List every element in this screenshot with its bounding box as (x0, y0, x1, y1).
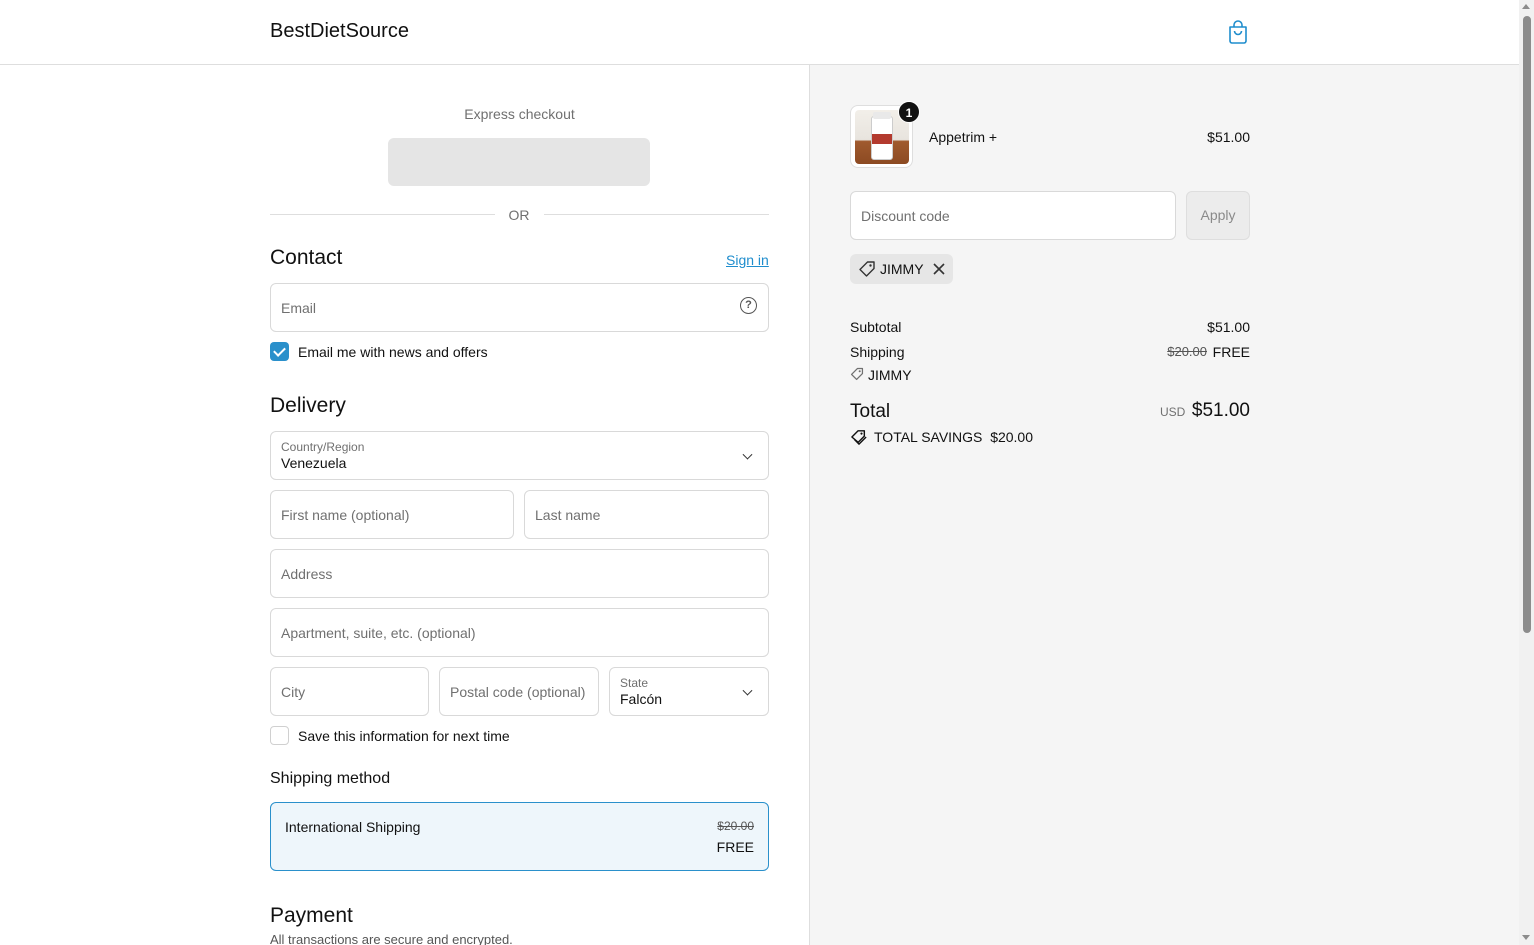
apartment-field[interactable]: Apartment, suite, etc. (optional) (270, 608, 769, 657)
total-currency: USD (1160, 405, 1186, 419)
shipping-discount-code: JIMMY (868, 367, 912, 383)
state-label: State (620, 676, 649, 690)
state-select[interactable]: State Falcón (609, 667, 769, 716)
last-name-field[interactable]: Last name (524, 490, 769, 539)
apartment-placeholder: Apartment, suite, etc. (optional) (281, 624, 476, 641)
first-name-field[interactable]: First name (optional) (270, 490, 514, 539)
shipping-option[interactable]: International Shipping $20.00 FREE (270, 802, 769, 871)
scroll-down-arrow[interactable] (1522, 935, 1530, 940)
first-name-placeholder: First name (optional) (281, 506, 410, 523)
postal-code-field[interactable]: Postal code (optional) (439, 667, 599, 716)
payment-title: Payment (270, 904, 353, 927)
tag-icon (850, 367, 864, 381)
shipping-method-title: Shipping method (270, 770, 391, 787)
delivery-title: Delivery (270, 394, 346, 417)
discount-code-placeholder: Discount code (861, 207, 950, 224)
last-name-placeholder: Last name (535, 506, 601, 523)
contact-title: Contact (270, 246, 343, 269)
payment-subtitle: All transactions are secure and encrypte… (270, 932, 513, 945)
scroll-up-arrow[interactable] (1522, 4, 1530, 9)
shipping-old-price: $20.00 (1167, 344, 1207, 359)
discount-chip-label: JIMMY (880, 261, 924, 277)
product-name: Appetrim + (929, 129, 998, 145)
address-placeholder: Address (281, 565, 333, 582)
shipping-value: FREE (1212, 344, 1250, 360)
address-field[interactable]: Address (270, 549, 769, 598)
subtotal-label: Subtotal (850, 319, 902, 335)
or-separator: OR (508, 207, 530, 223)
postal-code-placeholder: Postal code (optional) (450, 683, 586, 700)
sign-in-link[interactable]: Sign in (726, 252, 769, 268)
chevron-down-icon (742, 685, 753, 696)
newsletter-checkbox[interactable] (270, 342, 289, 361)
divider (270, 214, 495, 215)
save-info-checkbox[interactable] (270, 726, 289, 745)
chevron-down-icon (742, 449, 753, 460)
total-savings: TOTAL SAVINGS $20.00 (874, 429, 1033, 445)
apply-button[interactable]: Apply (1186, 191, 1250, 240)
newsletter-label: Email me with news and offers (298, 344, 488, 360)
shipping-label: Shipping (850, 344, 905, 360)
product-price: $51.00 (1207, 129, 1250, 145)
shipping-option-name: International Shipping (285, 819, 421, 835)
brand-logo[interactable]: BestDietSource (270, 20, 409, 43)
express-checkout-button[interactable] (388, 138, 650, 186)
express-checkout-title: Express checkout (464, 106, 575, 122)
close-icon[interactable] (930, 260, 948, 278)
divider (544, 214, 769, 215)
country-select[interactable]: Country/Region Venezuela (270, 431, 769, 480)
savings-value: $20.00 (990, 429, 1034, 445)
save-info-label: Save this information for next time (298, 728, 510, 744)
country-label: Country/Region (281, 440, 365, 454)
country-value: Venezuela (281, 455, 347, 471)
header: BestDietSource (0, 0, 1519, 65)
state-value: Falcón (620, 691, 663, 707)
shipping-option-price: FREE (716, 839, 754, 855)
discount-chip: JIMMY (850, 254, 953, 284)
savings-label: TOTAL SAVINGS (874, 429, 983, 445)
total-label: Total (850, 401, 891, 422)
email-field[interactable]: Email ? (270, 283, 769, 332)
subtotal-value: $51.00 (1207, 319, 1250, 335)
savings-tag-icon (851, 430, 867, 445)
discount-code-field[interactable]: Discount code (850, 191, 1176, 240)
email-placeholder: Email (281, 299, 317, 316)
help-icon[interactable]: ? (740, 297, 757, 314)
city-field[interactable]: City (270, 667, 429, 716)
quantity-badge: 1 (898, 101, 920, 123)
total-value: $51.00 (1191, 400, 1250, 421)
scrollbar[interactable] (1519, 0, 1534, 945)
scrollbar-thumb[interactable] (1523, 16, 1531, 633)
city-placeholder: City (281, 683, 306, 700)
shipping-option-old-price: $20.00 (717, 819, 754, 833)
tag-icon (859, 261, 875, 277)
shopping-bag-icon[interactable] (1227, 20, 1249, 44)
